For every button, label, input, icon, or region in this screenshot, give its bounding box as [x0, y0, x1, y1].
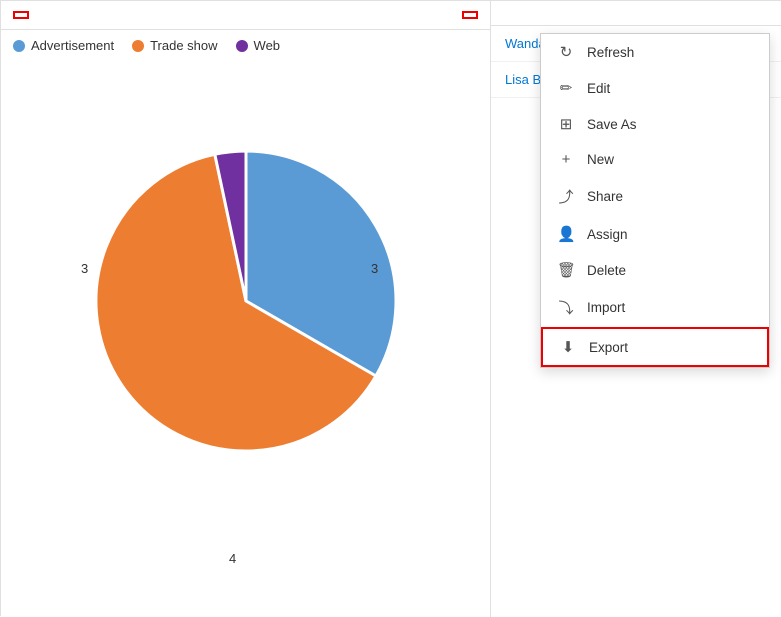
dropdown-menu: ↻ Refresh ✏ Edit ⊞ Save As + New ⤴ Share 👤 Assign 🗑 D…	[540, 33, 770, 368]
legend-item: Advertisement	[13, 38, 114, 53]
chart-title-area	[13, 11, 35, 19]
save-as-label: Save As	[587, 117, 637, 132]
delete-label: Delete	[587, 263, 626, 278]
edit-icon: ✏	[557, 79, 575, 97]
legend-dot	[13, 40, 25, 52]
import-label: Import	[587, 300, 625, 315]
chart-header	[1, 1, 490, 30]
pie-label-web: 3	[81, 261, 88, 276]
chart-title[interactable]	[13, 11, 29, 19]
assign-icon: 👤	[557, 225, 575, 243]
chart-actions	[446, 11, 478, 19]
expand-button[interactable]	[446, 13, 454, 17]
legend-dot	[132, 40, 144, 52]
new-label: New	[587, 152, 614, 167]
chart-panel: Advertisement Trade show Web 3 4 3	[1, 1, 491, 617]
import-icon: ⤵	[557, 297, 575, 318]
legend-label: Advertisement	[31, 38, 114, 53]
assign-label: Assign	[587, 227, 628, 242]
pie-label-advertisement: 3	[371, 261, 378, 276]
share-icon: ⤴	[557, 186, 575, 207]
delete-icon: 🗑	[557, 261, 575, 279]
legend-label: Web	[254, 38, 281, 53]
legend-dot	[236, 40, 248, 52]
menu-item-save-as[interactable]: ⊞ Save As	[541, 106, 769, 142]
menu-item-refresh[interactable]: ↻ Refresh	[541, 34, 769, 70]
pie-chart	[96, 151, 396, 451]
share-label: Share	[587, 189, 623, 204]
menu-item-new[interactable]: + New	[541, 142, 769, 177]
export-icon: ⬇	[559, 338, 577, 356]
menu-item-assign[interactable]: 👤 Assign	[541, 216, 769, 252]
legend-item: Trade show	[132, 38, 217, 53]
export-label: Export	[589, 340, 628, 355]
pie-area: 3 4 3	[1, 61, 490, 541]
menu-item-export[interactable]: ⬇ Export	[541, 327, 769, 367]
more-options-button[interactable]	[462, 11, 478, 19]
refresh-label: Refresh	[587, 45, 634, 60]
menu-item-share[interactable]: ⤴ Share	[541, 177, 769, 216]
new-icon: +	[557, 151, 575, 168]
refresh-icon: ↻	[557, 43, 575, 61]
menu-item-edit[interactable]: ✏ Edit	[541, 70, 769, 106]
right-header	[491, 1, 781, 26]
menu-item-delete[interactable]: 🗑 Delete	[541, 252, 769, 288]
edit-label: Edit	[587, 81, 610, 96]
save-as-icon: ⊞	[557, 115, 575, 133]
main-container: AdvertisementTrade showWeb 3 4 3 Wanda G…	[0, 0, 781, 616]
legend: Advertisement Trade show Web	[1, 30, 490, 61]
pie-label-tradeshow: 4	[229, 551, 236, 566]
legend-label: Trade show	[150, 38, 217, 53]
menu-item-import[interactable]: ⤵ Import	[541, 288, 769, 327]
legend-item: Web	[236, 38, 281, 53]
